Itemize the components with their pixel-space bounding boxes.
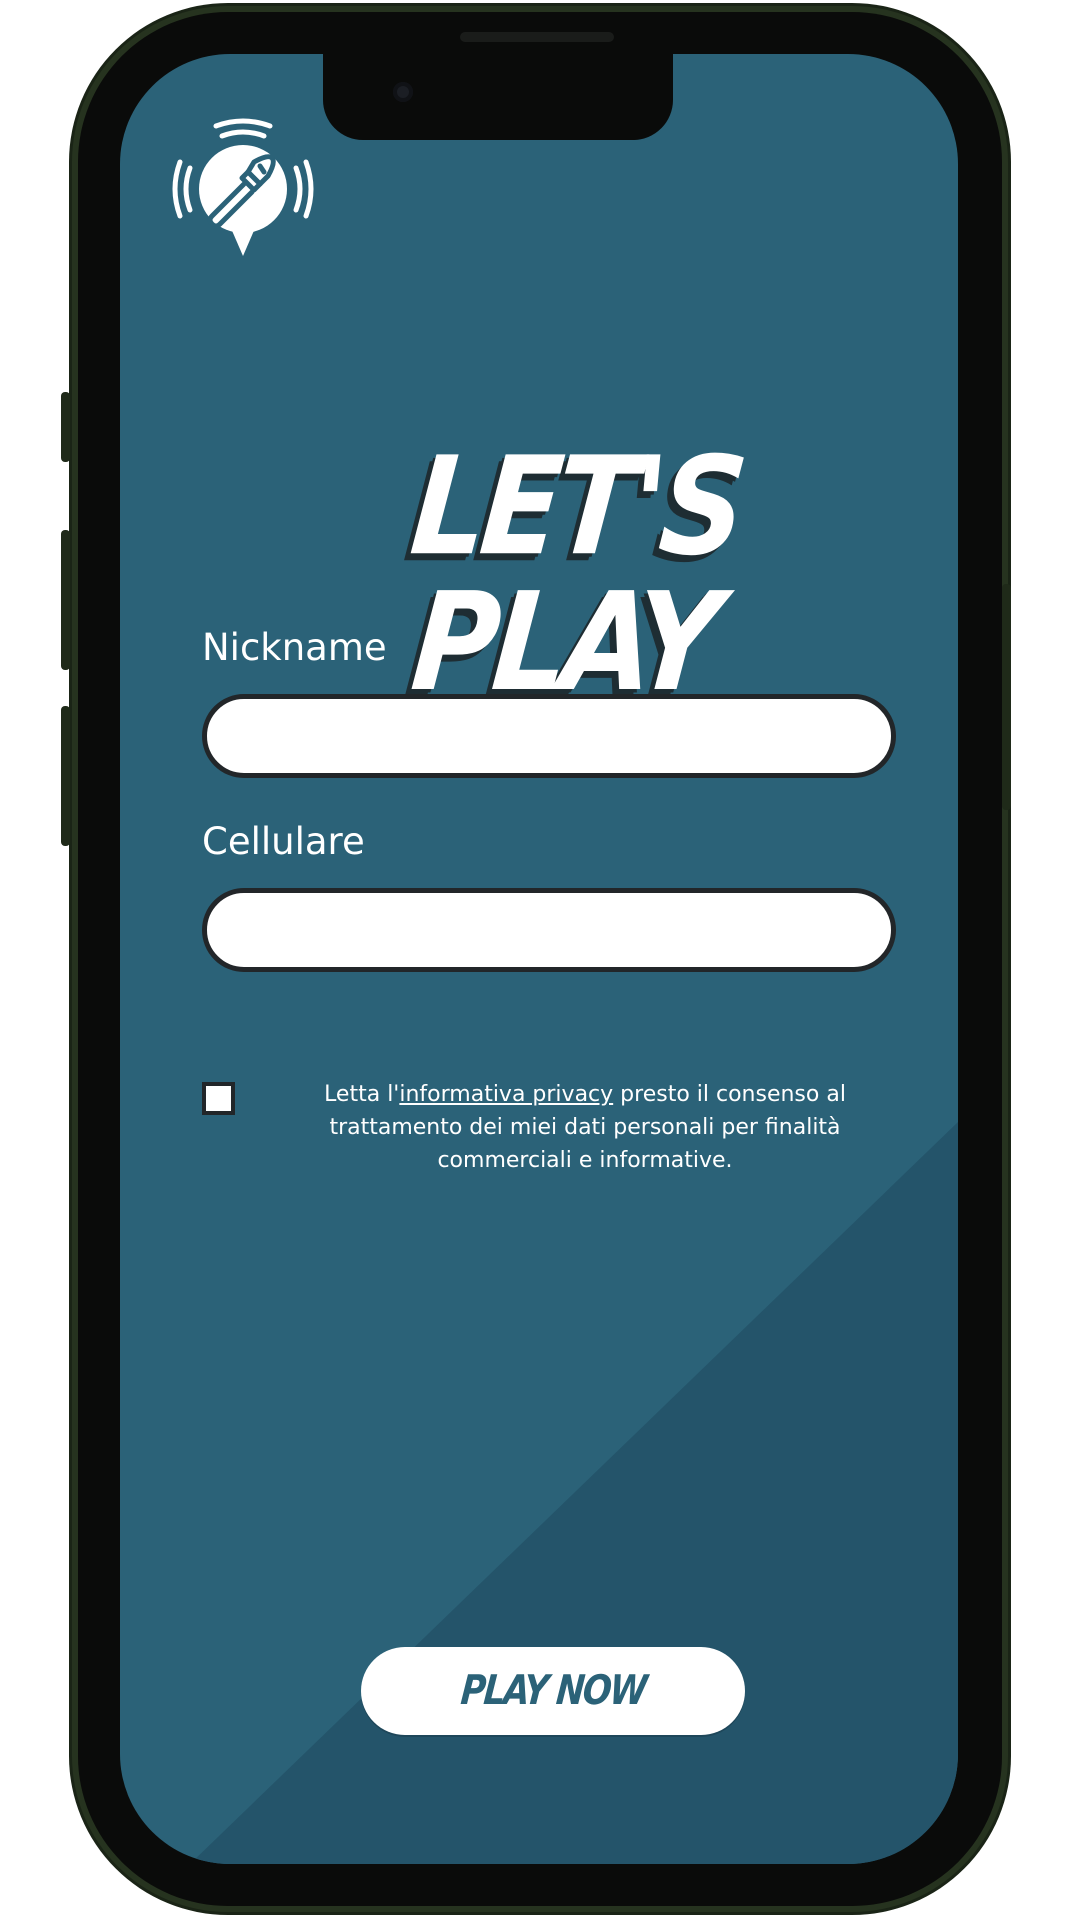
cellulare-input[interactable] (202, 888, 896, 972)
front-camera-icon (393, 82, 413, 102)
privacy-policy-link[interactable]: informativa privacy (399, 1082, 613, 1107)
nickname-input[interactable] (202, 694, 896, 778)
play-now-label: PLAY NOW (458, 1667, 648, 1715)
silent-switch (61, 392, 70, 462)
power-button (1002, 584, 1011, 810)
nickname-label: Nickname (202, 626, 387, 669)
phone-notch (323, 54, 673, 140)
volume-up-button (61, 530, 70, 670)
volume-down-button (61, 706, 70, 846)
consent-text-before: Letta l' (324, 1082, 400, 1107)
phone-frame: LET'S PLAY Nickname Cellulare Letta l'in… (61, 12, 1011, 1906)
paintbrush-speech-bubble-logo-icon (172, 118, 314, 256)
app-screen: LET'S PLAY Nickname Cellulare Letta l'in… (120, 54, 958, 1864)
play-now-button[interactable]: PLAY NOW (361, 1647, 745, 1735)
privacy-consent-text: Letta l'informativa privacy presto il co… (260, 1078, 910, 1177)
cellulare-label: Cellulare (202, 820, 365, 863)
privacy-consent-checkbox[interactable] (202, 1082, 235, 1115)
earpiece-speaker (460, 32, 614, 42)
